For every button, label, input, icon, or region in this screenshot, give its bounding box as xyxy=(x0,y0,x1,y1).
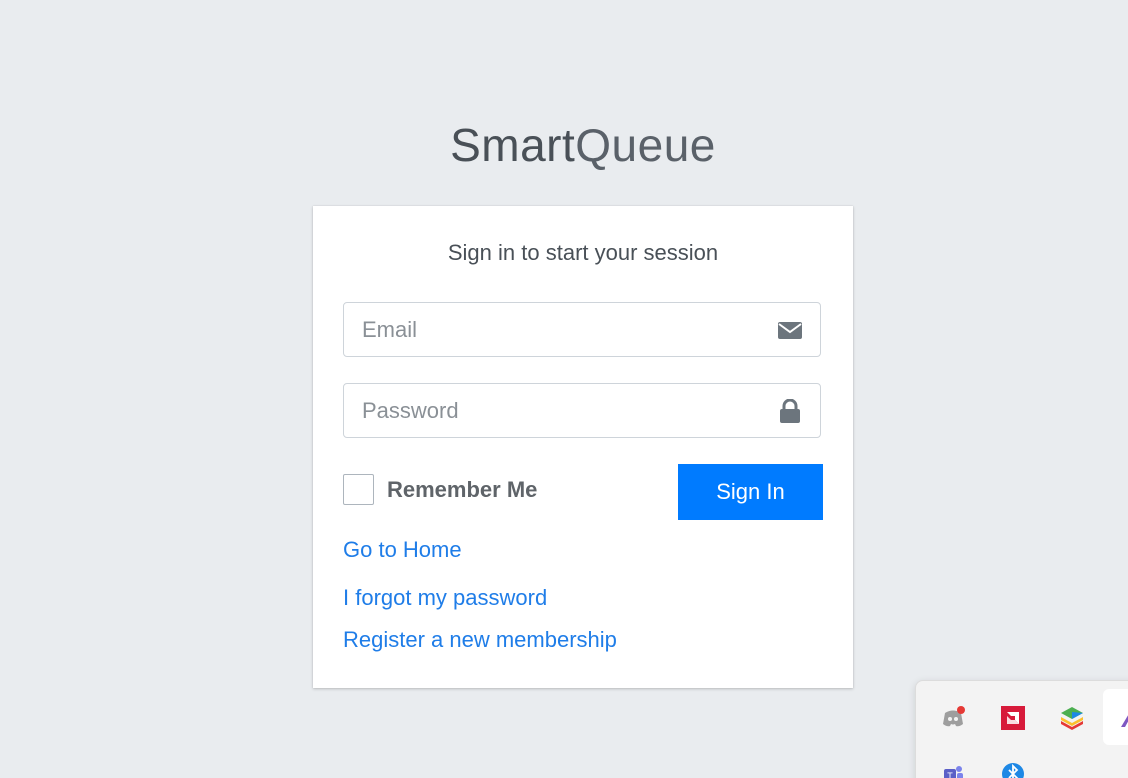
remember-label[interactable]: Remember Me xyxy=(387,477,537,503)
system-tray-overflow: T xyxy=(915,680,1128,778)
remember-me[interactable]: Remember Me xyxy=(343,473,537,506)
app-logo[interactable]: SmartQueue xyxy=(0,118,1128,172)
bluetooth-icon[interactable] xyxy=(1000,761,1026,778)
logo-secondary-text: Queue xyxy=(575,119,716,171)
login-card: Sign in to start your session Remember M… xyxy=(313,206,853,688)
forgot-password-link[interactable]: I forgot my password xyxy=(343,585,547,611)
bluestacks-icon[interactable] xyxy=(1059,705,1085,731)
sign-in-button[interactable]: Sign In xyxy=(678,464,823,520)
amd-icon[interactable] xyxy=(1000,705,1026,731)
go-to-home-link[interactable]: Go to Home xyxy=(343,537,462,563)
password-input[interactable] xyxy=(344,384,772,437)
lock-icon xyxy=(780,399,800,423)
login-box-message: Sign in to start your session xyxy=(447,240,719,265)
pen-icon[interactable] xyxy=(1103,689,1128,745)
password-field xyxy=(343,383,821,438)
register-link[interactable]: Register a new membership xyxy=(343,627,617,653)
envelope-icon xyxy=(778,322,802,339)
svg-text:T: T xyxy=(947,771,953,778)
logo-primary-text: Smart xyxy=(450,119,576,171)
email-input[interactable] xyxy=(344,303,772,356)
teams-icon[interactable]: T xyxy=(940,761,966,778)
login-page: SmartQueue Sign in to start your session… xyxy=(0,0,1128,778)
discord-icon[interactable] xyxy=(940,705,966,731)
email-field xyxy=(343,302,821,357)
remember-checkbox[interactable] xyxy=(343,474,374,505)
